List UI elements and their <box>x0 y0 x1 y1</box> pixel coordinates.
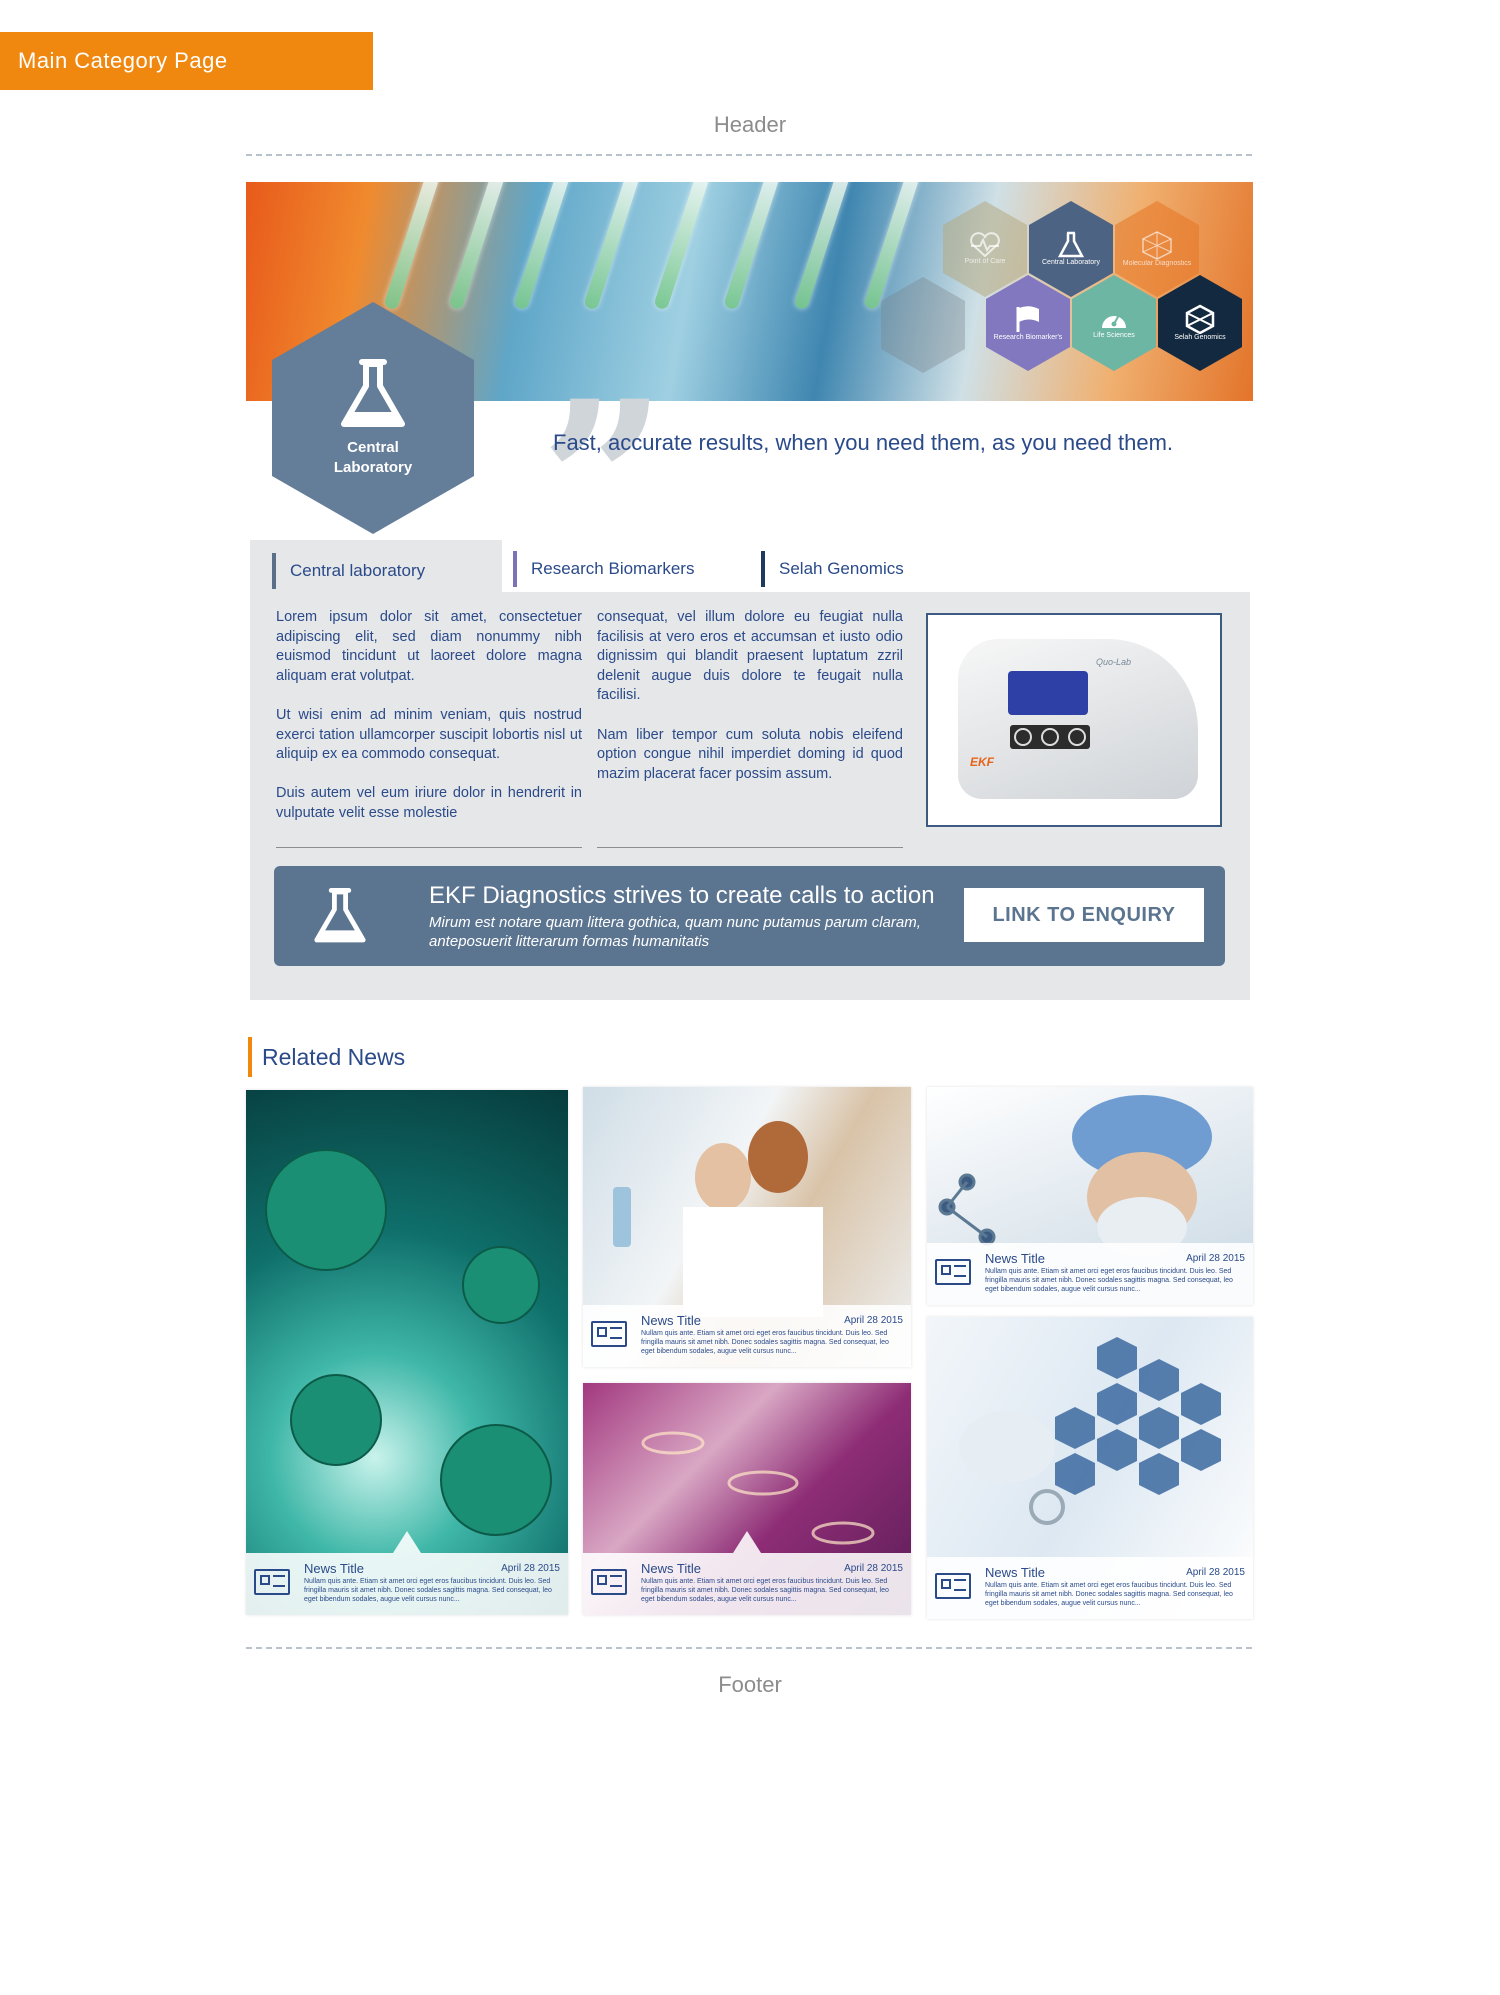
paragraph: Lorem ipsum dolor sit amet, consectetuer… <box>276 609 582 684</box>
gauge-icon <box>1102 314 1126 328</box>
hex-life-sciences[interactable]: Life Sciences <box>1072 275 1156 371</box>
category-name: Central Laboratory <box>334 438 412 478</box>
news-date: April 28 2015 <box>501 1563 560 1574</box>
hex-label: Point of Care <box>964 258 1006 265</box>
news-date: April 28 2015 <box>844 1315 903 1326</box>
news-caption: News Title April 28 2015 Nullam quis ant… <box>246 1531 568 1615</box>
newspaper-icon <box>254 1569 290 1595</box>
flag-icon <box>1016 306 1039 332</box>
news-date: April 28 2015 <box>1186 1253 1245 1264</box>
paragraph: Nam liber tempor cum soluta nobis eleife… <box>597 726 903 782</box>
category-name-line: Central <box>347 439 399 456</box>
cta-subtitle: Mirum est notare quam littera gothica, q… <box>429 914 921 950</box>
news-date: April 28 2015 <box>1186 1567 1245 1578</box>
news-excerpt: Nullam quis ante. Etiam sit amet orci eg… <box>641 1330 889 1355</box>
news-card[interactable]: News Title April 28 2015 Nullam quis ant… <box>583 1087 911 1367</box>
hex-label: Life Sciences <box>1093 332 1135 339</box>
heart-pulse-icon <box>970 232 1000 258</box>
news-title[interactable]: News Title <box>641 1561 701 1576</box>
content-column-2: consequat, vel illum dolore eu feugiat n… <box>597 608 903 804</box>
news-card[interactable]: News Title April 28 2015 Nullam quis ant… <box>583 1383 911 1615</box>
pipette-image <box>513 182 573 311</box>
news-card[interactable]: News Title April 28 2015 Nullam quis ant… <box>246 1090 568 1615</box>
column-divider <box>276 847 582 848</box>
hex-label: Research Biomarker's <box>993 334 1063 341</box>
news-excerpt: Nullam quis ante. Etiam sit amet orci eg… <box>641 1578 889 1603</box>
news-date: April 28 2015 <box>844 1563 903 1574</box>
hex-point-of-care[interactable]: Point of Care <box>943 201 1027 297</box>
hex-research-biomarkers[interactable]: Research Biomarker's <box>986 275 1070 371</box>
cube-icon <box>1185 304 1215 334</box>
news-excerpt: Nullam quis ante. Etiam sit amet orci eg… <box>985 1582 1233 1607</box>
hex-selah-genomics[interactable]: Selah Genomics <box>1158 275 1242 371</box>
device-screen <box>1008 671 1088 715</box>
news-title[interactable]: News Title <box>304 1561 364 1576</box>
content-column-1: Lorem ipsum dolor sit amet, consectetuer… <box>276 608 582 843</box>
header-divider <box>246 154 1252 156</box>
column-divider <box>597 847 903 848</box>
device-buttons <box>1010 725 1090 749</box>
news-title[interactable]: News Title <box>641 1313 701 1328</box>
hex-central-laboratory[interactable]: Central Laboratory <box>1029 201 1113 297</box>
newspaper-icon <box>935 1573 971 1599</box>
device-brand: EKF <box>970 755 994 769</box>
tab-research-biomarkers[interactable]: Research Biomarkers <box>513 551 694 587</box>
tab-selah-genomics[interactable]: Selah Genomics <box>761 551 904 587</box>
hex-label: Molecular Diagnostics <box>1122 260 1192 267</box>
call-to-action-banner: EKF Diagnostics strives to create calls … <box>274 866 1225 966</box>
hex-decoration <box>881 277 965 373</box>
device-model: Quo-Lab <box>1096 657 1132 667</box>
product-image-frame: EKF Quo-Lab <box>926 613 1222 827</box>
news-excerpt: Nullam quis ante. Etiam sit amet orci eg… <box>304 1578 552 1603</box>
news-title[interactable]: News Title <box>985 1251 1045 1266</box>
footer-placeholder: Footer <box>718 1672 782 1697</box>
newspaper-icon <box>935 1259 971 1285</box>
product-device-image: EKF Quo-Lab <box>958 639 1198 799</box>
flask-icon <box>1058 231 1084 258</box>
paragraph: Duis autem vel eum iriure dolor in hendr… <box>276 785 582 821</box>
header-placeholder: Header <box>713 112 787 137</box>
molecule-icon <box>1142 231 1172 260</box>
hex-label: Selah Genomics <box>1174 334 1226 341</box>
tab-central-laboratory[interactable]: Central laboratory <box>272 553 425 589</box>
footer-divider <box>246 1647 1252 1649</box>
pipette-image <box>653 182 713 311</box>
tagline: Fast, accurate results, when you need th… <box>553 430 1174 455</box>
news-caption: News Title April 28 2015 Nullam quis ant… <box>927 1243 1253 1305</box>
pipette-image <box>793 182 853 311</box>
link-to-enquiry-button[interactable]: LINK TO ENQUIRY <box>964 888 1204 942</box>
news-card[interactable]: News Title April 28 2015 Nullam quis ant… <box>927 1087 1253 1305</box>
page-type-tag: Main Category Page <box>0 32 373 90</box>
news-title[interactable]: News Title <box>985 1565 1045 1580</box>
related-news-heading: Related News <box>248 1037 405 1077</box>
pipette-image <box>583 182 643 311</box>
news-caption: News Title April 28 2015 Nullam quis ant… <box>583 1531 911 1615</box>
newspaper-icon <box>591 1569 627 1595</box>
pipette-image <box>383 182 443 311</box>
newspaper-icon <box>591 1321 627 1347</box>
hex-label: Central Laboratory <box>1042 259 1100 266</box>
cta-title: EKF Diagnostics strives to create calls … <box>429 882 935 909</box>
news-caption: News Title April 28 2015 Nullam quis ant… <box>583 1283 911 1367</box>
news-excerpt: Nullam quis ante. Etiam sit amet orci eg… <box>985 1268 1233 1293</box>
flask-icon <box>341 359 405 427</box>
news-card[interactable]: News Title April 28 2015 Nullam quis ant… <box>927 1317 1253 1619</box>
category-name-line: Laboratory <box>333 459 413 476</box>
pipette-image <box>723 182 783 311</box>
paragraph: consequat, vel illum dolore eu feugiat n… <box>597 609 903 704</box>
news-caption: News Title April 28 2015 Nullam quis ant… <box>927 1557 1253 1619</box>
paragraph: Ut wisi enim ad minim veniam, quis nostr… <box>276 706 582 763</box>
hex-molecular-diagnostics[interactable]: Molecular Diagnostics <box>1115 201 1199 297</box>
flask-icon <box>312 886 368 951</box>
pipette-image <box>448 182 508 311</box>
